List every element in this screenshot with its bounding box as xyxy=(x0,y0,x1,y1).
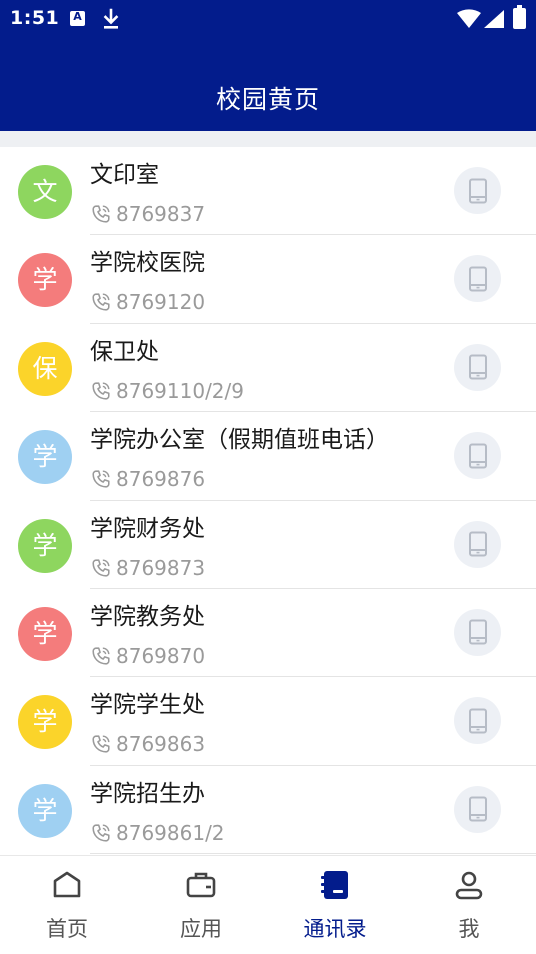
phone-icon xyxy=(92,293,110,311)
notification-a-icon: A xyxy=(70,10,85,26)
bottom-navigation: 首页 应用 通讯录 我 xyxy=(0,855,536,954)
contact-avatar: 学 xyxy=(18,695,72,750)
person-icon xyxy=(455,871,483,900)
contact-row[interactable]: 学学院办公室（假期值班电话） 8769876 xyxy=(0,412,536,501)
contact-name: 文印室 xyxy=(90,162,159,188)
contact-phone: 8769120 xyxy=(116,290,206,315)
mobile-phone-icon xyxy=(468,354,487,380)
contact-phone-row: 8769863 xyxy=(90,732,205,756)
cell-signal-icon xyxy=(484,10,504,28)
contact-row[interactable]: 学学院学生处 8769863 xyxy=(0,677,536,766)
nav-label-contacts: 通讯录 xyxy=(303,917,367,941)
list-top-spacer xyxy=(0,131,536,147)
address-book-icon xyxy=(321,871,348,899)
contact-phone: 8769110/2/9 xyxy=(116,378,244,403)
contact-list[interactable]: 文文印室 8769837 学学院校医院 8769120 保保卫处 8769110/2/9 学… xyxy=(0,147,536,855)
contact-phone: 8769837 xyxy=(116,202,206,226)
contact-phone-row: 8769861/2 xyxy=(90,821,225,845)
contact-phone: 8769876 xyxy=(116,467,206,492)
nav-label-apps: 应用 xyxy=(180,917,222,941)
call-button[interactable] xyxy=(454,432,501,480)
contact-phone-row: 8769876 xyxy=(90,467,205,491)
nav-tab-me[interactable]: 我 xyxy=(402,856,536,954)
contact-row[interactable]: 学学院招生办 8769861/2 xyxy=(0,766,536,855)
nav-tab-apps[interactable]: 应用 xyxy=(134,856,268,954)
contact-phone-row: 8769120 xyxy=(90,290,205,314)
contact-name: 保卫处 xyxy=(90,338,159,365)
contact-avatar: 文 xyxy=(18,165,72,219)
home-icon xyxy=(53,871,81,898)
call-button[interactable] xyxy=(454,608,501,656)
contact-row[interactable]: 学学院财务处 8769873 xyxy=(0,501,536,589)
contact-phone-row: 8769870 xyxy=(90,644,205,668)
contact-phone: 8769870 xyxy=(116,643,206,668)
page-title: 校园黄页 xyxy=(215,85,320,114)
contact-phone-row: 8769873 xyxy=(90,556,205,580)
contact-phone-row: 8769110/2/9 xyxy=(90,379,244,403)
contact-row[interactable]: 学学院校医院 8769120 xyxy=(0,235,536,324)
contact-row[interactable]: 保保卫处 8769110/2/9 xyxy=(0,324,536,413)
mobile-phone-icon xyxy=(468,796,487,822)
contact-name: 学院教务处 xyxy=(90,603,205,630)
top-app-bar: 1:51 A 校园黄页 xyxy=(0,0,536,131)
phone-icon xyxy=(92,205,110,223)
battery-icon xyxy=(513,5,526,29)
contact-avatar: 学 xyxy=(18,430,72,485)
phone-icon xyxy=(92,735,110,753)
contact-phone: 8769873 xyxy=(116,555,206,580)
nav-tab-home[interactable]: 首页 xyxy=(0,856,134,954)
contact-avatar: 学 xyxy=(18,606,72,661)
status-bar: 1:51 A xyxy=(0,0,536,38)
contact-avatar: 学 xyxy=(18,783,72,838)
nav-label-home: 首页 xyxy=(46,917,88,941)
status-time: 1:51 xyxy=(10,7,60,29)
mobile-phone-icon xyxy=(468,708,487,734)
contact-phone: 8769863 xyxy=(116,732,206,757)
contact-name: 学院招生办 xyxy=(90,780,205,807)
row-divider xyxy=(90,853,536,855)
phone-icon xyxy=(92,470,110,488)
contact-name: 学院财务处 xyxy=(90,515,205,542)
contact-row[interactable]: 文文印室 8769837 xyxy=(0,147,536,236)
contact-name: 学院校医院 xyxy=(90,250,205,277)
call-button[interactable] xyxy=(454,520,501,568)
call-button[interactable] xyxy=(454,255,501,303)
phone-icon xyxy=(92,382,110,400)
phone-icon xyxy=(92,647,110,665)
contact-row[interactable]: 学学院教务处 8769870 xyxy=(0,589,536,678)
nav-label-me: 我 xyxy=(458,917,480,941)
call-button[interactable] xyxy=(454,343,501,391)
mobile-phone-icon xyxy=(468,178,487,203)
nav-tab-contacts[interactable]: 通讯录 xyxy=(268,856,402,954)
phone-icon xyxy=(92,824,110,842)
download-icon xyxy=(103,8,119,29)
mobile-phone-icon xyxy=(468,266,487,292)
contact-name: 学院办公室（假期值班电话） xyxy=(90,427,389,454)
call-button[interactable] xyxy=(454,167,501,214)
mobile-phone-icon xyxy=(468,443,487,469)
contact-avatar: 学 xyxy=(18,518,72,573)
call-button[interactable] xyxy=(454,785,501,833)
call-button[interactable] xyxy=(454,697,501,745)
contact-phone-row: 8769837 xyxy=(90,202,205,226)
phone-icon xyxy=(92,558,110,577)
contact-avatar: 保 xyxy=(18,341,72,396)
wifi-icon xyxy=(457,9,481,28)
contact-name: 学院学生处 xyxy=(90,692,205,719)
contact-avatar: 学 xyxy=(18,253,72,308)
contact-phone: 8769861/2 xyxy=(116,820,225,845)
mobile-phone-icon xyxy=(468,531,487,557)
mobile-phone-icon xyxy=(468,619,487,645)
briefcase-icon xyxy=(186,872,216,898)
